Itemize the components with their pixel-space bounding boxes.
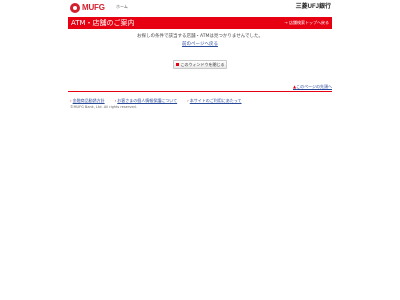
close-window-label: このウィンドウを閉じる <box>180 62 225 67</box>
arrow-right-icon: › <box>70 98 72 103</box>
mufg-logo[interactable]: MUFG <box>70 3 105 13</box>
site-header: MUFG ホーム 三菱UFJ銀行 <box>68 0 332 16</box>
footer-link-privacy[interactable]: ›お客さまの個人情報保護について <box>115 98 188 104</box>
footer-link-label: 本サイトのご利用にあたって <box>189 98 242 103</box>
arrow-right-icon: › <box>187 98 189 103</box>
back-link-label: 前のページへ戻る <box>182 42 218 47</box>
back-link[interactable]: 前のページへ戻る <box>68 41 332 48</box>
copyright: ©MUFG Bank, Ltd. All rights reserved. <box>70 105 137 109</box>
arrow-right-icon: › <box>114 98 117 103</box>
footer-link-terms[interactable]: ›本サイトのご利用にあたって <box>187 98 251 104</box>
page-title: ATM・店舗のご案内 <box>71 19 135 27</box>
footer-link-label: お客さまの個人情報保護について <box>117 98 178 103</box>
page-top-label: このページの先頭へ <box>296 84 332 89</box>
footer-link-solicitation[interactable]: ›金融商品勧誘方針 <box>70 98 115 104</box>
home-link[interactable]: ホーム <box>116 4 128 10</box>
store-search-top-label: 店舗検索トップへ戻る <box>289 20 329 25</box>
not-found-message: お探しの条件で該当する店舗・ATMは見つかりませんでした。 <box>137 34 263 39</box>
footer-divider <box>68 91 332 92</box>
store-search-top-link[interactable]: → 店舗検索トップへ戻る <box>284 20 329 26</box>
bank-name: 三菱UFJ銀行 <box>295 4 331 10</box>
square-bullet-icon <box>175 63 179 66</box>
mufg-logo-icon <box>70 3 80 13</box>
footer-link-label: 金融商品勧誘方針 <box>72 98 105 103</box>
logo-text: MUFG <box>82 3 105 12</box>
footer-links: ›金融商品勧誘方針 ›お客さまの個人情報保護について ›本サイトのご利用にあたっ… <box>70 98 252 104</box>
title-bar: ATM・店舗のご案内 → 店舗検索トップへ戻る <box>68 17 332 29</box>
close-window-button[interactable]: このウィンドウを閉じる <box>173 60 227 69</box>
page-top-link[interactable]: ▲このページの先頭へ <box>293 84 332 90</box>
